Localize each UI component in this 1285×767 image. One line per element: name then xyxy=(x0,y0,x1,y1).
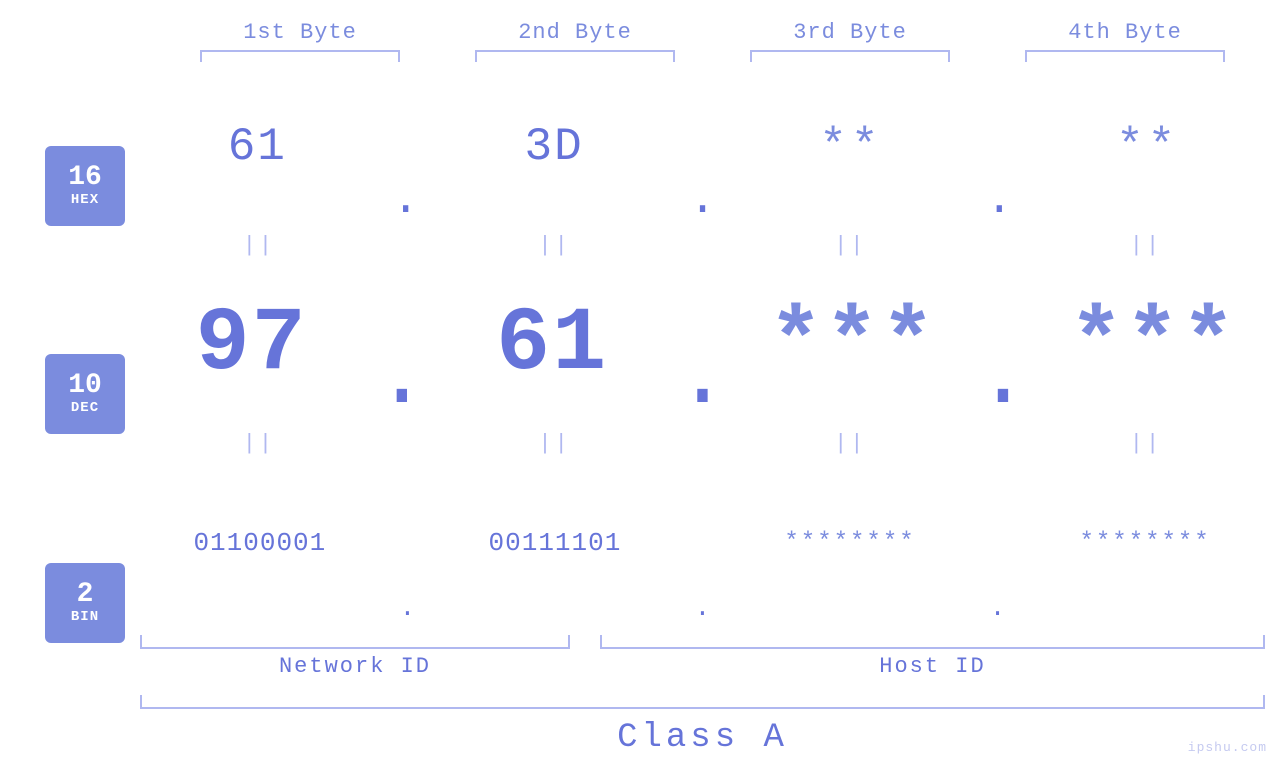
byte4-label: 4th Byte xyxy=(1025,20,1225,45)
bin-badge-label: BIN xyxy=(71,609,99,625)
hex-dot1: . xyxy=(392,177,420,231)
eq1-b2: || xyxy=(455,233,655,258)
class-a-label: Class A xyxy=(140,719,1265,757)
hex-badge-num: 16 xyxy=(68,164,102,192)
bottom-labels-area: Network ID Host ID Class A xyxy=(140,635,1265,767)
hex-row: 61 . 3D . ** . ** xyxy=(140,62,1265,231)
bin-row: 01100001 . 00111101 . ******** . *******… xyxy=(140,458,1265,627)
bracket-byte2 xyxy=(475,50,675,62)
bottom-bracket-container xyxy=(140,635,1265,649)
eq1-b1: || xyxy=(159,233,359,258)
hex-dot3: . xyxy=(985,177,1013,231)
bin-dot2: . xyxy=(695,595,711,627)
dec-b1-value: 97 xyxy=(196,294,308,396)
byte-labels-row: 1st Byte 2nd Byte 3rd Byte 4th Byte xyxy=(163,20,1263,45)
badges-column: 16 HEX 10 DEC 2 BIN xyxy=(0,62,140,767)
bin-b2: 00111101 xyxy=(455,528,655,558)
host-id-bracket xyxy=(600,635,1265,649)
bin-badge-num: 2 xyxy=(77,581,94,609)
hex-badge-label: HEX xyxy=(71,192,99,208)
bin-b2-value: 00111101 xyxy=(489,528,622,558)
equals-row-2: || || || || xyxy=(140,429,1265,458)
byte3-label: 3rd Byte xyxy=(750,20,950,45)
byte2-label: 2nd Byte xyxy=(475,20,675,45)
hex-b4: ** xyxy=(1048,121,1248,173)
hex-b3: ** xyxy=(751,121,951,173)
bracket-byte1 xyxy=(200,50,400,62)
dec-row: 97 . 61 . *** . *** xyxy=(140,260,1265,429)
main-area: 16 HEX 10 DEC 2 BIN 61 . 3D xyxy=(0,62,1285,767)
content-column: 61 . 3D . ** . ** || || xyxy=(140,62,1285,767)
dec-dot3: . xyxy=(976,334,1030,429)
dec-badge-num: 10 xyxy=(68,372,102,400)
eq1-b4: || xyxy=(1046,233,1246,258)
dec-b4-value: *** xyxy=(1069,294,1237,396)
bracket-byte3 xyxy=(750,50,950,62)
dec-b2: 61 xyxy=(452,294,652,396)
hex-dot2: . xyxy=(689,177,717,231)
top-brackets-row xyxy=(163,50,1263,62)
bin-b3: ******** xyxy=(750,529,950,556)
byte1-label: 1st Byte xyxy=(200,20,400,45)
bracket-gap xyxy=(570,635,600,649)
bin-dot1: . xyxy=(400,595,416,627)
hex-badge: 16 HEX xyxy=(45,146,125,226)
bin-b1: 01100001 xyxy=(160,528,360,558)
network-id-bracket xyxy=(140,635,570,649)
equals-row-1: || || || || xyxy=(140,231,1265,260)
dec-b3-value: *** xyxy=(769,294,937,396)
labels-gap xyxy=(570,654,600,679)
dec-b2-value: 61 xyxy=(496,294,608,396)
bin-dot3: . xyxy=(990,595,1006,627)
page-container: 1st Byte 2nd Byte 3rd Byte 4th Byte 16 H… xyxy=(0,0,1285,767)
dec-b3: *** xyxy=(753,294,953,396)
bin-b1-value: 01100001 xyxy=(193,528,326,558)
dec-badge: 10 DEC xyxy=(45,354,125,434)
eq1-b3: || xyxy=(750,233,950,258)
dec-b1: 97 xyxy=(152,294,352,396)
hex-b4-value: ** xyxy=(1116,121,1179,173)
hex-b1: 61 xyxy=(157,121,357,173)
hex-b1-value: 61 xyxy=(228,121,287,173)
class-a-bracket xyxy=(140,695,1265,709)
eq2-b3: || xyxy=(750,431,950,456)
watermark: ipshu.com xyxy=(1188,740,1267,755)
eq2-b2: || xyxy=(455,431,655,456)
bracket-byte4 xyxy=(1025,50,1225,62)
dec-dot1: . xyxy=(375,334,429,429)
id-labels-row: Network ID Host ID xyxy=(140,654,1265,679)
dec-dot2: . xyxy=(675,334,729,429)
dec-badge-label: DEC xyxy=(71,400,99,416)
hex-b3-value: ** xyxy=(819,121,882,173)
network-id-label: Network ID xyxy=(140,654,570,679)
bin-b4: ******** xyxy=(1045,529,1245,556)
host-id-label: Host ID xyxy=(600,654,1265,679)
bin-b4-value: ******** xyxy=(1079,529,1210,556)
hex-b2: 3D xyxy=(454,121,654,173)
eq2-b4: || xyxy=(1046,431,1246,456)
dec-b4: *** xyxy=(1053,294,1253,396)
hex-b2-value: 3D xyxy=(524,121,583,173)
eq2-b1: || xyxy=(159,431,359,456)
bin-badge: 2 BIN xyxy=(45,563,125,643)
bin-b3-value: ******** xyxy=(784,529,915,556)
